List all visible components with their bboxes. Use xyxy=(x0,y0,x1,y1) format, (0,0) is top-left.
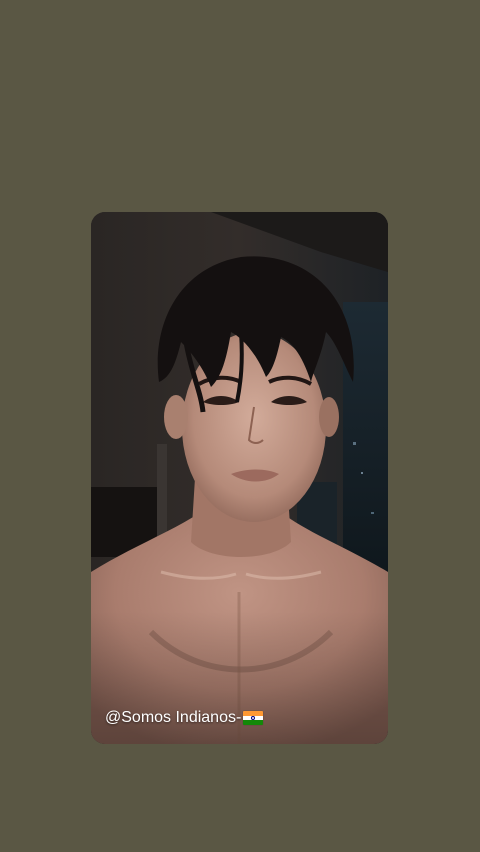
india-flag-icon xyxy=(243,711,264,725)
story-screen: @Somos Indianos- xyxy=(0,0,480,852)
mention-text: @Somos Indianos- xyxy=(105,709,242,726)
story-card[interactable]: @Somos Indianos- xyxy=(91,212,388,744)
story-photo xyxy=(91,212,388,744)
story-mention[interactable]: @Somos Indianos- xyxy=(105,709,264,727)
